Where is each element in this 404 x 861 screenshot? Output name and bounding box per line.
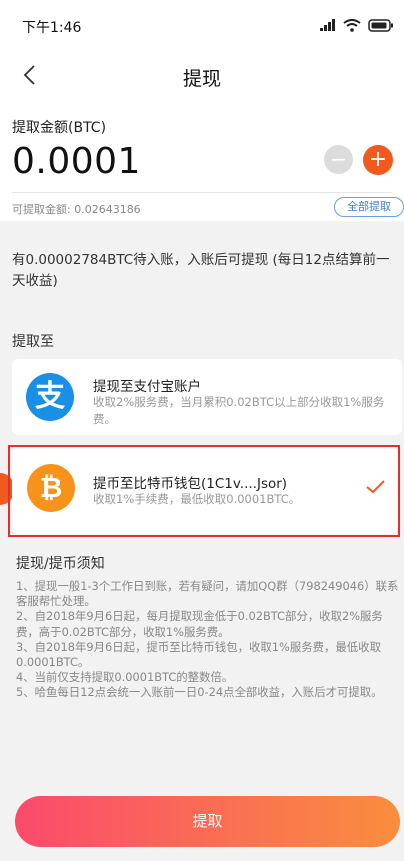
- title-bar: 提现: [0, 52, 404, 100]
- selection-highlight: [8, 445, 400, 537]
- rule-item: 4、当前仅支持提取0.0001BTC的整数倍。: [16, 670, 234, 685]
- increase-button[interactable]: +: [363, 145, 393, 175]
- divider: [12, 192, 392, 193]
- option-alipay[interactable]: 支 提现至支付宝账户 收取2%服务费，当月累积0.02BTC以上部分收取1%服务…: [12, 359, 402, 435]
- status-time: 下午1:46: [22, 20, 82, 36]
- amount-label: 提取金额(BTC): [12, 120, 107, 136]
- available-amount: 可提取金额: 0.02643186: [12, 203, 141, 216]
- battery-icon: [368, 18, 393, 32]
- alipay-icon: 支: [26, 373, 74, 421]
- decrease-button[interactable]: −: [324, 145, 353, 174]
- withdraw-all-button[interactable]: 全部提取: [334, 197, 404, 217]
- status-icons: [320, 17, 394, 33]
- pending-notice: 有0.00002784BTC待入账，入账后可提现 (每日12点结算前一天收益): [12, 252, 390, 289]
- status-bar: 下午1:46: [0, 0, 404, 42]
- wifi-icon: [343, 18, 361, 32]
- rules-title: 提现/提币须知: [16, 556, 105, 572]
- submit-button[interactable]: 提取: [15, 796, 400, 847]
- signal-icon: [320, 19, 335, 31]
- rule-item: 2、自2018年9月6日起，每月提取现金低于0.02BTC部分，收取2%服务费，…: [16, 609, 383, 639]
- rule-item: 3、自2018年9月6日起，提币至比特币钱包，收取1%服务费，最低收取0.000…: [16, 639, 381, 670]
- page-title: 提现: [182, 68, 221, 90]
- option-title: 提现至支付宝账户: [93, 379, 201, 395]
- rule-item: 1、提现一般1-3个工作日到账，若有疑问，请加QQ群（798249046）联系客…: [16, 579, 399, 609]
- rule-item: 5、哈鱼每日12点会统一入账前一日0-24点全部收益，入账后才可提取。: [16, 685, 383, 700]
- withdraw-to-label: 提取至: [12, 334, 54, 350]
- rules-list: 1、提现一般1-3个工作日到账，若有疑问，请加QQ群（798249046）联系客…: [16, 579, 402, 701]
- amount-input[interactable]: 0.0001: [12, 141, 141, 182]
- option-desc: 收取2%服务费，当月累积0.02BTC以上部分收取1%服务费。: [93, 395, 385, 426]
